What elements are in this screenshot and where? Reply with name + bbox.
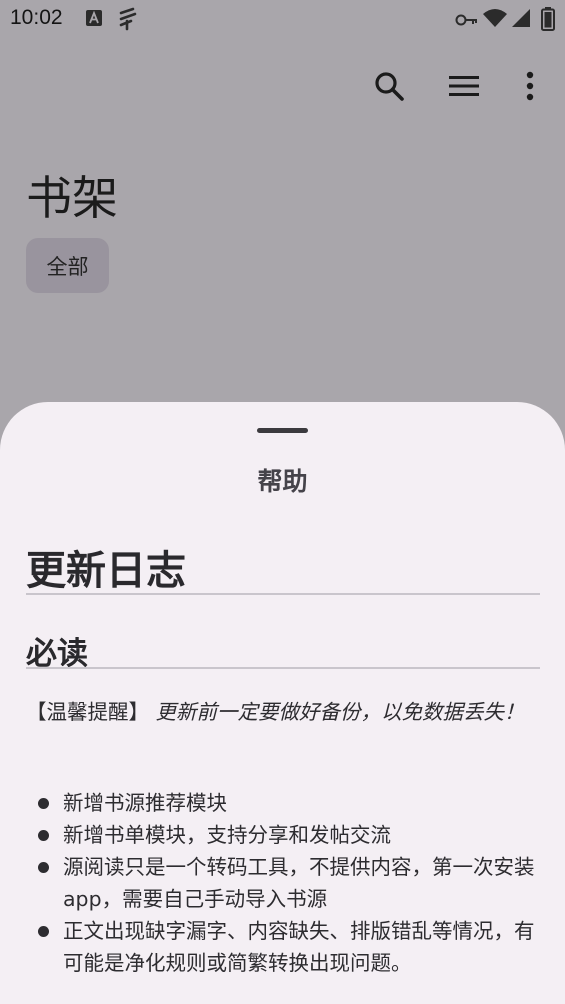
more-options-button[interactable]: [506, 64, 554, 112]
bullet-icon: [38, 830, 49, 841]
group-chip-all[interactable]: 全部: [26, 238, 109, 293]
list-item: 新增书单模块，支持分享和发帖交流: [26, 819, 541, 851]
status-bar: 10:02: [0, 0, 565, 40]
battery-icon: [541, 7, 555, 35]
search-button[interactable]: [365, 64, 413, 112]
list-item-text: 新增书单模块，支持分享和发帖交流: [63, 823, 391, 847]
drag-handle[interactable]: [257, 428, 308, 433]
list-item: 新增书源推荐模块: [26, 787, 541, 819]
notice-label: 【温馨提醒】: [26, 700, 149, 724]
sheet-title: 帮助: [257, 467, 308, 496]
app-notification-icon: [118, 7, 138, 35]
status-time: 10:02: [10, 6, 63, 29]
list-item-text: 源阅读只是一个转码工具，不提供内容，第一次安装app，需要自己手动导入书源: [63, 855, 535, 911]
menu-icon: [448, 74, 480, 102]
changelog-list: 新增书源推荐模块 新增书单模块，支持分享和发帖交流 源阅读只是一个转码工具，不提…: [26, 787, 541, 979]
more-vert-icon: [525, 71, 535, 105]
wifi-icon: [482, 8, 508, 32]
signal-icon: [511, 8, 531, 32]
menu-button[interactable]: [440, 64, 488, 112]
changelog-heading: 更新日志: [26, 548, 186, 594]
notice-paragraph: 【温馨提醒】 更新前一定要做好备份，以免数据丢失！: [26, 697, 541, 728]
bullet-icon: [38, 862, 49, 873]
vpn-key-icon: [455, 12, 479, 31]
search-icon: [373, 70, 405, 106]
heading-divider: [26, 593, 540, 595]
list-item: 正文出现缺字漏字、内容缺失、排版错乱等情况，有可能是净化规则或简繁转换出现问题。: [26, 915, 541, 979]
help-bottom-sheet: 帮助 更新日志 必读 【温馨提醒】 更新前一定要做好备份，以免数据丢失！ 新增书…: [0, 402, 565, 1004]
text-notification-icon: [86, 10, 102, 30]
notice-emphasis: 更新前一定要做好备份，以免数据丢失！: [155, 700, 525, 724]
list-item-text: 新增书源推荐模块: [63, 791, 227, 815]
list-item-text: 正文出现缺字漏字、内容缺失、排版错乱等情况，有可能是净化规则或简繁转换出现问题。: [63, 919, 535, 975]
subheading-divider: [26, 667, 540, 669]
bullet-icon: [38, 926, 49, 937]
bullet-icon: [38, 798, 49, 809]
list-item: 源阅读只是一个转码工具，不提供内容，第一次安装app，需要自己手动导入书源: [26, 851, 541, 915]
page-title: 书架: [26, 171, 118, 225]
